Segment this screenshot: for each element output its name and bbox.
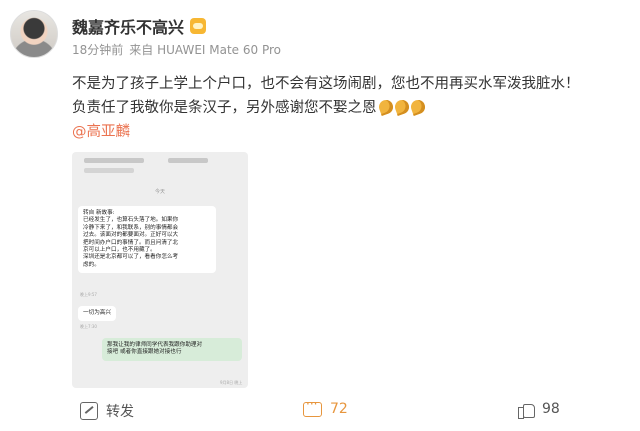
post-time[interactable]: 18分钟前: [72, 41, 123, 58]
membership-badge-icon[interactable]: [190, 18, 207, 34]
chat-message-1-time: 晚上9:57: [80, 292, 97, 297]
mention-link[interactable]: @高亚麟: [72, 120, 130, 141]
post-action-bar: 转发 72 98: [0, 396, 640, 426]
comment-count: 72: [330, 401, 348, 417]
blurred-header: [84, 158, 144, 163]
chat-line: 过去。该面对的都要面对。正好可以大: [83, 232, 179, 239]
blurred-header: [168, 158, 208, 163]
author-name[interactable]: 魏嘉齐乐不高兴: [72, 14, 184, 38]
like-button[interactable]: 98: [518, 401, 560, 419]
chat-line: 把时间办户口的事情了。而且问清了北: [83, 239, 179, 246]
comment-button[interactable]: 72: [303, 397, 348, 417]
chat-message-3: 那我让我的律师同学代表我跟你助理对 接吧 或者你直接跟她对接也行: [102, 338, 242, 361]
thumbs-up-icon: [518, 401, 535, 419]
author-avatar[interactable]: [10, 10, 58, 58]
post-text: 不是为了孩子上学上个户口，也不会有这场闹剧，您也不用再买水军泼我脏水！ 负责任了…: [72, 72, 632, 120]
share-button[interactable]: 转发: [80, 401, 134, 421]
post-meta: 18分钟前 来自 HUAWEI Mate 60 Pro: [72, 41, 281, 58]
author-name-row: 魏嘉齐乐不高兴: [72, 14, 207, 38]
praying-hands-icon: [376, 98, 395, 116]
chat-line: 已经发生了，也算石头落了地。如果你: [83, 217, 179, 224]
chat-message-1: 转自 新故事: 已经发生了，也算石头落了地。如果你 冷静下来了，和我联系，别的事…: [78, 206, 216, 274]
chat-line: 虑的。: [83, 261, 100, 268]
post-source: 来自 HUAWEI Mate 60 Pro: [129, 43, 281, 57]
praying-hands-icon: [392, 98, 411, 116]
chat-message-2: 一切为高兴: [78, 306, 116, 322]
chat-message-2-time: 晚上7:30: [80, 324, 97, 329]
post-text-line-2-row: 负责任了我敬你是条汉子，另外感谢您不娶之恩: [72, 96, 632, 120]
chat-line: 深圳还是北京都可以了，看看你怎么考: [83, 254, 179, 261]
like-count: 98: [542, 401, 560, 417]
post-text-line-2: 负责任了我敬你是条汉子，另外感谢您不娶之恩: [72, 100, 377, 116]
comment-icon: [303, 397, 322, 417]
chat-time-divider: 今天: [154, 189, 165, 195]
chat-screenshot-image[interactable]: 今天 转自 新故事: 已经发生了，也算石头落了地。如果你 冷静下来了，和我联系，…: [72, 152, 248, 388]
praying-hands-icon: [408, 98, 427, 116]
share-label: 转发: [106, 404, 134, 420]
chat-line: 接吧 或者你直接跟她对接也行: [107, 349, 182, 356]
post-text-line-1: 不是为了孩子上学上个户口，也不会有这场闹剧，您也不用再买水军泼我脏水！: [72, 76, 580, 92]
share-icon: [80, 402, 98, 420]
blurred-header: [84, 168, 134, 173]
chat-message-3-time: 9月8日 晚上: [220, 380, 243, 385]
